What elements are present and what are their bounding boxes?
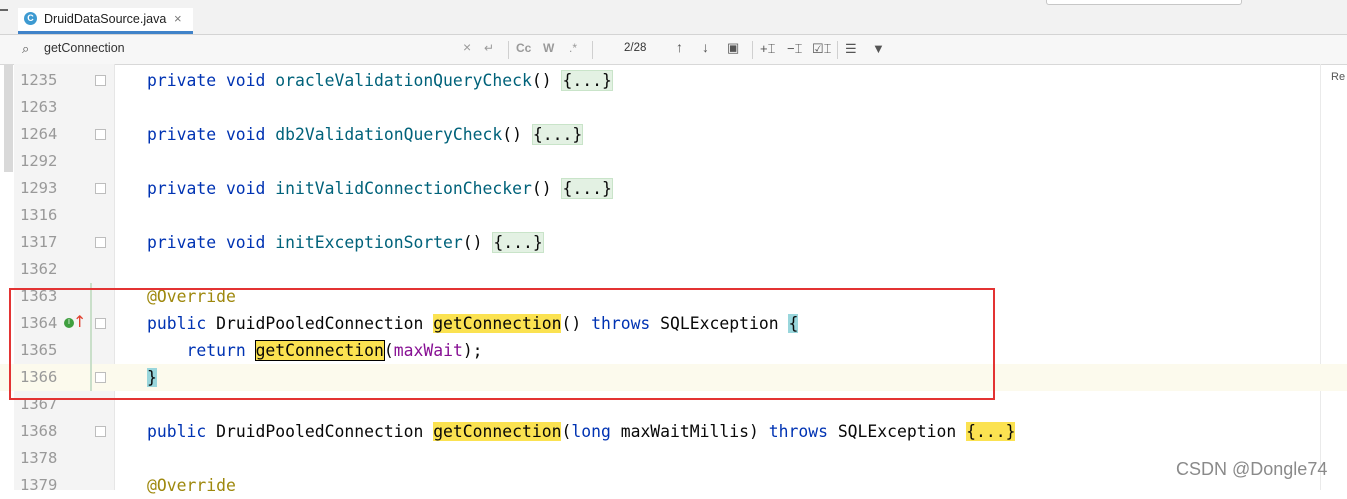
select-all-occurrences-icon[interactable]: ☑⌶	[812, 41, 831, 57]
fold-icon[interactable]	[95, 183, 106, 194]
previous-occurrence-icon[interactable]: ↑	[676, 39, 683, 55]
line-number: 1317	[20, 233, 58, 251]
watermark: CSDN @Dongle74	[1176, 459, 1328, 479]
code-line[interactable]: 1263	[0, 94, 1347, 121]
code-line[interactable]: 1379 @Override	[0, 472, 1347, 499]
line-code: private void db2ValidationQueryCheck() {…	[147, 121, 584, 148]
tab-druid-data-source[interactable]: C DruidDataSource.java ×	[18, 8, 193, 34]
reader-mode-label[interactable]: Re	[1331, 71, 1345, 83]
editor-tab-bar: C DruidDataSource.java ×	[0, 0, 1347, 35]
filter-icon[interactable]: ▼	[872, 41, 885, 56]
search-input[interactable]: getConnection	[44, 41, 125, 55]
line-number: 1263	[20, 98, 58, 116]
fold-icon[interactable]	[95, 75, 106, 86]
code-token: SQLException	[837, 422, 967, 441]
code-line[interactable]: 1292	[0, 148, 1347, 175]
fold-icon[interactable]	[95, 237, 106, 248]
code-token: ()	[462, 233, 493, 252]
close-tab-icon[interactable]: ×	[174, 11, 182, 26]
toolbar-combo[interactable]	[1046, 0, 1242, 5]
find-bar: ⌕ getConnection × ↵ Cc W .* 2/28 ↑ ↓ ▣ +…	[0, 35, 1347, 65]
line-number: 1362	[20, 260, 58, 278]
code-token: initExceptionSorter	[275, 233, 463, 252]
code-token: ()	[502, 125, 532, 144]
line-code: private void initExceptionSorter() {...}	[147, 229, 544, 256]
fold-icon[interactable]	[95, 129, 106, 140]
code-token: public	[147, 422, 217, 441]
clear-icon[interactable]: ×	[463, 39, 471, 55]
minimize-icon[interactable]	[0, 9, 8, 11]
code-line[interactable]: 1293 private void initValidConnectionChec…	[0, 175, 1347, 202]
code-token: {...}	[531, 124, 584, 145]
code-token: private void	[147, 71, 276, 90]
code-token: private void	[147, 179, 276, 198]
new-line-icon[interactable]: ↵	[484, 41, 494, 55]
code-line[interactable]: 1316	[0, 202, 1347, 229]
show-all-icon[interactable]: ▣	[727, 40, 739, 56]
code-line[interactable]: 1362	[0, 256, 1347, 283]
highlight-annotation-box	[9, 288, 995, 400]
line-number: 1316	[20, 206, 58, 224]
line-number: 1378	[20, 449, 58, 467]
remove-occurrence-icon[interactable]: −⌶	[787, 41, 802, 57]
code-token: getConnection	[433, 422, 562, 441]
code-token: {...}	[561, 178, 613, 199]
code-token: long	[571, 422, 621, 441]
code-token: (	[561, 422, 572, 441]
words-button[interactable]: W	[543, 41, 554, 55]
code-token: {...}	[966, 422, 1016, 441]
code-editor[interactable]: 1235 private void oracleValidationQueryCh…	[0, 67, 1347, 499]
code-line[interactable]: 1317 private void initExceptionSorter() {…	[0, 229, 1347, 256]
code-token: oracleValidationQueryCheck	[275, 71, 532, 90]
line-number: 1368	[20, 422, 58, 440]
code-token: initValidConnectionChecker	[275, 179, 532, 198]
line-number: 1379	[20, 476, 58, 494]
code-token: private void	[147, 233, 276, 252]
search-icon[interactable]: ⌕	[22, 41, 29, 57]
line-code: public DruidPooledConnection getConnecti…	[147, 418, 1016, 445]
code-token: DruidPooledConnection	[216, 422, 434, 441]
line-code: private void oracleValidationQueryCheck(…	[147, 67, 613, 94]
code-token: ()	[531, 71, 562, 90]
line-code: private void initValidConnectionChecker(…	[147, 175, 613, 202]
fold-icon[interactable]	[95, 426, 106, 437]
tab-label: DruidDataSource.java	[44, 12, 167, 26]
code-line[interactable]: 1264 private void db2ValidationQueryCheck…	[0, 121, 1347, 148]
code-token: {...}	[561, 70, 613, 91]
next-occurrence-icon[interactable]: ↓	[702, 39, 709, 55]
regex-button[interactable]: .*	[569, 41, 577, 55]
match-case-button[interactable]: Cc	[516, 41, 531, 55]
java-class-icon: C	[24, 12, 37, 25]
line-code: @Override	[147, 472, 236, 499]
code-token: private void	[147, 125, 276, 144]
line-number: 1235	[20, 71, 58, 89]
code-token: throws	[768, 422, 838, 441]
line-number: 1293	[20, 179, 58, 197]
code-token: {...}	[492, 232, 544, 253]
code-token: maxWaitMillis)	[620, 422, 769, 441]
line-number: 1264	[20, 125, 58, 143]
code-token: ()	[531, 179, 562, 198]
code-token: @Override	[147, 476, 236, 495]
code-line[interactable]: 1378	[0, 445, 1347, 472]
add-occurrence-icon[interactable]: +⌶	[760, 41, 775, 57]
code-line[interactable]: 1368 public DruidPooledConnection getConn…	[0, 418, 1347, 445]
line-number: 1292	[20, 152, 58, 170]
code-token: db2ValidationQueryCheck	[275, 125, 503, 144]
filter-search-results-icon[interactable]: ☰	[845, 41, 857, 57]
match-counter: 2/28	[624, 42, 647, 54]
code-line[interactable]: 1235 private void oracleValidationQueryCh…	[0, 67, 1347, 94]
